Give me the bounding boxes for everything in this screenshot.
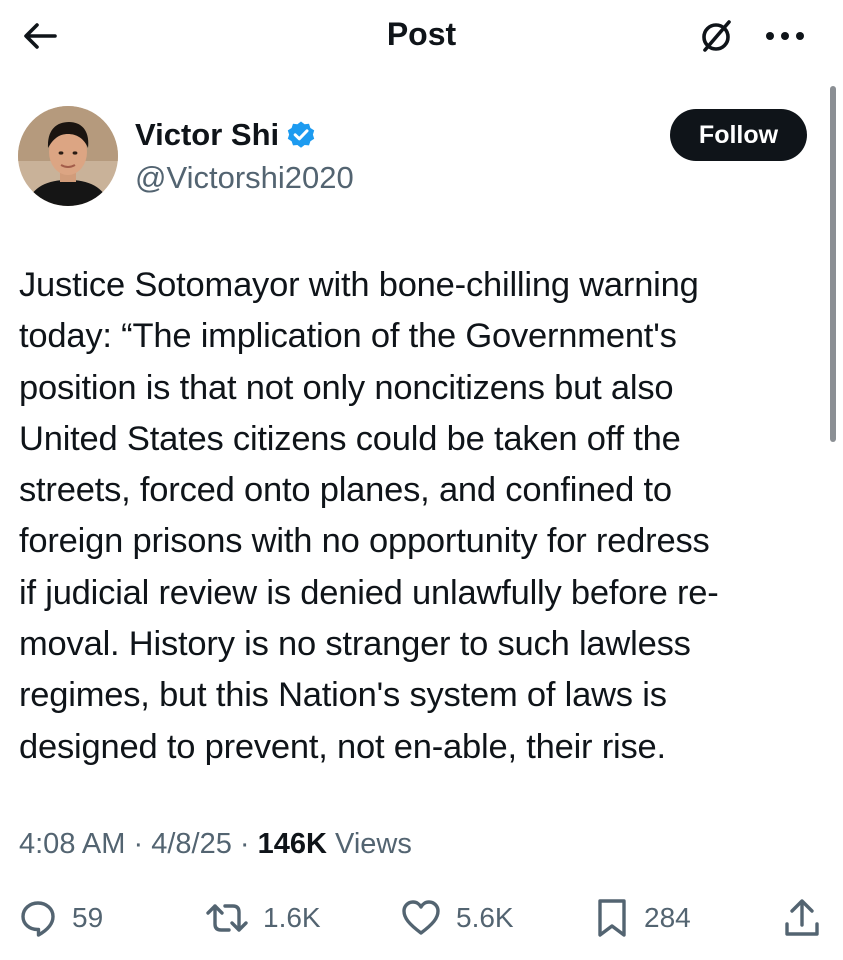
share-button[interactable] xyxy=(782,893,822,943)
post-page: Post Victor Shi @Victorshi2020 Follow Ju… xyxy=(0,0,843,960)
meta-separator: · xyxy=(239,828,250,860)
reply-button[interactable]: 59 xyxy=(18,893,103,943)
grok-button[interactable] xyxy=(692,12,740,60)
repost-button[interactable]: 1.6K xyxy=(205,893,321,943)
post-text-line: moval. History is no stranger to such la… xyxy=(19,625,691,664)
follow-button[interactable]: Follow xyxy=(670,109,807,161)
reply-icon xyxy=(21,901,55,937)
post-date[interactable]: 4/8/25 xyxy=(151,828,232,860)
post-text-line: designed to prevent, not en-able, their … xyxy=(19,727,666,766)
verified-badge-icon xyxy=(286,120,316,150)
post-text-line: if judicial review is denied unlawfully … xyxy=(19,573,719,612)
share-icon xyxy=(785,899,819,936)
reply-count: 59 xyxy=(72,902,104,933)
post-text-line: streets, forced onto planes, and confine… xyxy=(19,471,672,510)
views-label: Views xyxy=(335,828,412,860)
repost-icon xyxy=(206,904,248,932)
bookmark-button[interactable]: 284 xyxy=(594,893,691,943)
like-button[interactable]: 5.6K xyxy=(400,893,514,943)
arrow-left-icon xyxy=(24,23,57,49)
post-text: Justice Sotomayor with bone-chilling war… xyxy=(19,260,809,773)
meta-separator: · xyxy=(133,828,144,860)
post-text-line: today: “The implication of the Governmen… xyxy=(19,317,677,356)
views-count: 146K xyxy=(257,828,327,860)
scrollbar[interactable] xyxy=(830,86,836,442)
heart-icon xyxy=(402,900,440,935)
avatar[interactable] xyxy=(18,106,118,206)
post-text-line: United States citizens could be taken of… xyxy=(19,419,681,458)
author-name[interactable]: Victor Shi xyxy=(135,115,279,155)
post-text-line: regimes, but this Nation's system of law… xyxy=(19,676,667,715)
author-handle[interactable]: @Victorshi2020 xyxy=(135,158,354,198)
post-text-line: Justice Sotomayor with bone-chilling war… xyxy=(19,266,699,304)
repost-count: 1.6K xyxy=(263,902,321,933)
more-horizontal-icon xyxy=(766,32,804,40)
top-nav-bar: Post xyxy=(0,0,843,74)
bookmark-icon xyxy=(598,899,626,937)
post-text-line: foreign prisons with no opportunity for … xyxy=(19,522,710,561)
back-button[interactable] xyxy=(16,14,64,58)
grok-icon xyxy=(702,20,731,52)
post-time[interactable]: 4:08 AM xyxy=(19,828,125,860)
bookmark-count: 284 xyxy=(644,902,691,933)
like-count: 5.6K xyxy=(456,902,514,933)
author-name-row: Victor Shi xyxy=(135,114,316,156)
post-text-line: position is that not only noncitizens bu… xyxy=(19,368,674,407)
post-meta: 4:08 AM · 4/8/25 · 146K Views xyxy=(19,824,412,864)
more-options-button[interactable] xyxy=(757,12,813,60)
